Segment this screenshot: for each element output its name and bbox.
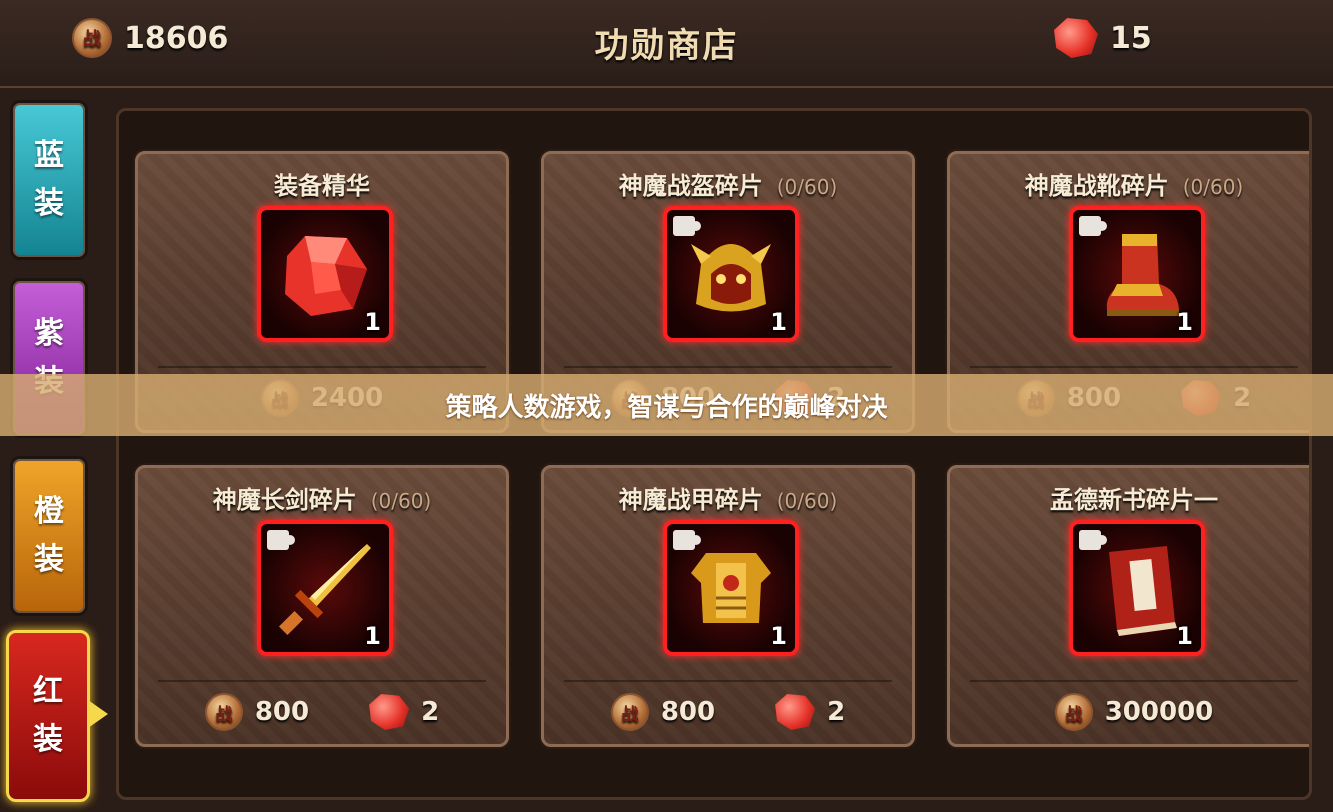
merit-price: 战 800 [610, 693, 716, 731]
merit-price: 战 800 [204, 693, 310, 731]
merit-price: 战 300000 [1054, 693, 1214, 731]
gem-icon [775, 694, 816, 730]
tab-label-line2: 装 [33, 722, 63, 757]
item-name: 神魔战甲碎片 [618, 486, 763, 514]
gem-price-value: 2 [421, 697, 440, 727]
item-quantity: 1 [364, 622, 381, 650]
item-progress: (0/60) [776, 489, 838, 513]
item-name: 神魔战靴碎片 [1024, 172, 1169, 200]
tab-orange-equipment[interactable]: 橙 装 [10, 456, 88, 616]
merit-price-value: 800 [254, 697, 310, 727]
item-name: 孟德新书碎片一 [1050, 486, 1218, 514]
merit-price-value: 300000 [1104, 697, 1214, 727]
price-row: 战 800 2 [564, 680, 892, 742]
selected-tab-arrow-icon [88, 700, 108, 728]
tab-blue-equipment[interactable]: 蓝 装 [10, 100, 88, 260]
merit-coin-icon: 战 [1054, 693, 1093, 731]
golden-helmet-icon [691, 244, 771, 312]
caption-banner: 策略人数游戏，智谋与合作的巅峰对决 [0, 374, 1333, 436]
gem-icon [369, 694, 410, 730]
item-name-row: 神魔战甲碎片 (0/60) [544, 480, 912, 515]
red-gem-icon [285, 236, 367, 316]
price-row: 战 300000 [970, 680, 1298, 742]
gem-icon [1054, 18, 1098, 58]
item-progress: (0/60) [776, 175, 838, 199]
tab-label-line1: 橙 [34, 494, 64, 529]
item-name-row: 神魔战盔碎片 (0/60) [544, 166, 912, 201]
top-bar: 战 18606 功勋商店 15 [0, 0, 1333, 88]
item-quantity: 1 [364, 308, 381, 336]
merit-price-value: 800 [660, 697, 716, 727]
tab-red-equipment[interactable]: 红 装 [6, 630, 90, 802]
item-quantity: 1 [770, 308, 787, 336]
item-slot[interactable]: 1 [1069, 520, 1205, 656]
item-slot[interactable]: 1 [663, 520, 799, 656]
merit-coin-icon: 战 [610, 693, 649, 731]
item-slot[interactable]: 1 [663, 206, 799, 342]
book-icon [1109, 546, 1177, 636]
gem-price: 2 [775, 694, 845, 730]
item-slot[interactable]: 1 [257, 206, 393, 342]
item-name-row: 孟德新书碎片一 [950, 480, 1309, 515]
item-slot[interactable]: 1 [1069, 206, 1205, 342]
price-row: 战 800 2 [158, 680, 486, 742]
item-name: 神魔长剑碎片 [212, 486, 357, 514]
golden-boots-icon [1106, 234, 1179, 316]
item-quantity: 1 [1176, 622, 1193, 650]
shop-panel: 装备精华 1 战 2400 神魔战盔碎片(0/60) [116, 108, 1312, 800]
shop-item-card[interactable]: 孟德新书碎片一 1 战 300000 [947, 465, 1309, 747]
item-name-row: 装备精华 [138, 166, 506, 201]
tab-label-line1: 蓝 [34, 138, 64, 173]
gem-amount: 15 [1110, 20, 1152, 56]
gem-price-value: 2 [827, 697, 846, 727]
item-name: 装备精华 [274, 172, 370, 200]
shop-item-card[interactable]: 神魔战甲碎片 (0/60) 1 战 800 2 [541, 465, 915, 747]
gem-currency: 15 [1054, 18, 1152, 58]
tab-label-line2: 装 [34, 186, 64, 221]
golden-armor-icon [691, 553, 771, 623]
item-name-row: 神魔战靴碎片 (0/60) [950, 166, 1309, 201]
caption-text: 策略人数游戏，智谋与合作的巅峰对决 [445, 392, 888, 423]
item-progress: (0/60) [1182, 175, 1244, 199]
tab-label-line1: 紫 [34, 316, 64, 351]
item-slot[interactable]: 1 [257, 520, 393, 656]
item-name-row: 神魔长剑碎片 (0/60) [138, 480, 506, 515]
item-name: 神魔战盔碎片 [618, 172, 763, 200]
shop-item-card[interactable]: 神魔长剑碎片 (0/60) 1 战 800 2 [135, 465, 509, 747]
gem-price: 2 [369, 694, 439, 730]
item-quantity: 1 [770, 622, 787, 650]
golden-sword-icon [278, 544, 371, 636]
tab-label-line2: 装 [34, 542, 64, 577]
merit-coin-icon: 战 [204, 693, 243, 731]
tab-label-line1: 红 [33, 674, 63, 709]
item-progress: (0/60) [370, 489, 432, 513]
item-quantity: 1 [1176, 308, 1193, 336]
